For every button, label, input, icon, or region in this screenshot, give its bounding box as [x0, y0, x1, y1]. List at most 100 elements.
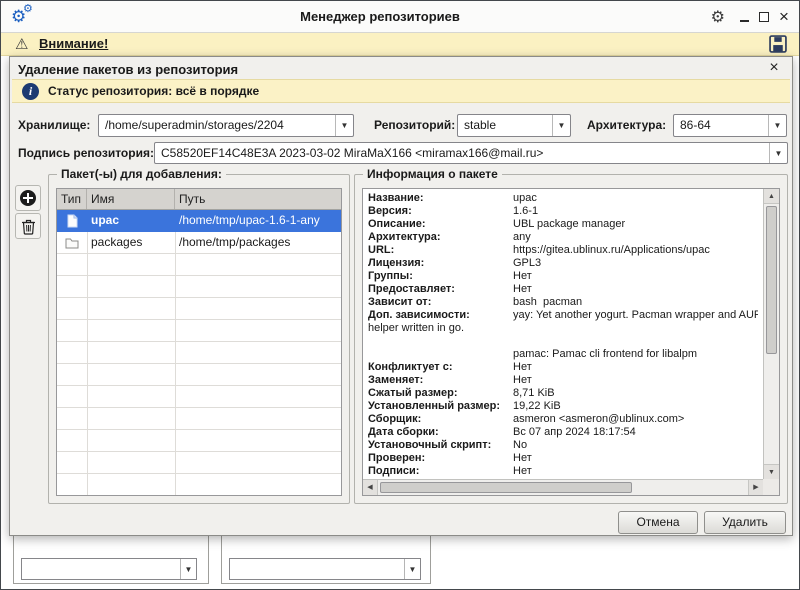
- info-row: Лицензия:GPL3: [368, 257, 758, 270]
- repository-combobox[interactable]: stable ▼: [457, 114, 571, 137]
- scroll-down-icon[interactable]: ▼: [764, 464, 779, 479]
- scroll-right-icon[interactable]: ▶: [748, 480, 763, 495]
- info-value: upac: [513, 192, 537, 205]
- file-icon: [57, 210, 87, 232]
- horizontal-scrollbar-thumb[interactable]: [380, 482, 632, 493]
- info-key: Зависит от:: [368, 296, 513, 309]
- info-row: Заменяет:Нет: [368, 374, 758, 387]
- dropdown-arrow-icon[interactable]: ▼: [768, 115, 786, 136]
- package-info-area: Название:upacВерсия:1.6-1Описание:UBL pa…: [362, 188, 780, 496]
- plus-circle-icon: [19, 189, 37, 207]
- info-row: Доп. зависимости:yay: Yet another yogurt…: [368, 309, 758, 322]
- info-row: Дата сборки:Вс 07 апр 2024 18:17:54: [368, 426, 758, 439]
- info-row: Установленный размер:19,22 KiB: [368, 400, 758, 413]
- column-header-type[interactable]: Тип: [57, 189, 87, 209]
- warning-banner: ⚠ Внимание!: [1, 33, 799, 56]
- info-row: [368, 335, 758, 348]
- package-path-cell: /home/tmp/upac-1.6-1-any: [175, 210, 341, 232]
- window-close-button[interactable]: ×: [775, 6, 793, 28]
- signature-combobox[interactable]: C58520EF14C48E3A 2023-03-02 MiraMaX166 <…: [154, 142, 788, 164]
- info-key: Дата сборки:: [368, 426, 513, 439]
- package-path-cell: /home/tmp/packages: [175, 232, 341, 254]
- package-info-legend: Информация о пакете: [363, 167, 502, 181]
- package-info-text: Название:upacВерсия:1.6-1Описание:UBL pa…: [363, 189, 763, 479]
- info-row: Подписи:Нет: [368, 465, 758, 478]
- info-key: Описание:: [368, 218, 513, 231]
- info-icon: i: [22, 83, 39, 100]
- scroll-up-icon[interactable]: ▲: [764, 189, 779, 204]
- titlebar: ⚙ ⚙ Менеджер репозиториев ⚙ ×: [1, 1, 799, 33]
- info-value: Нет: [513, 361, 532, 374]
- packages-table: Тип Имя Путь upac/home/tmp/upac-1.6-1-an…: [56, 188, 342, 496]
- info-value: pamac: Pamac cli frontend for libalpm: [513, 348, 697, 361]
- remove-package-button[interactable]: [15, 213, 41, 239]
- scroll-left-icon[interactable]: ◀: [363, 480, 378, 495]
- packages-table-rows: upac/home/tmp/upac-1.6-1-anypackages/hom…: [57, 210, 341, 254]
- warning-icon: ⚠: [15, 35, 28, 54]
- info-key: Сжатый размер:: [368, 387, 513, 400]
- info-row: pamac: Pamac cli frontend for libalpm: [368, 348, 758, 361]
- minimize-icon: [740, 20, 749, 22]
- storage-combobox[interactable]: /home/superadmin/storages/2204 ▼: [98, 114, 354, 137]
- info-key: Подписи:: [368, 465, 513, 478]
- trash-icon: [21, 218, 36, 235]
- architecture-value: 86-64: [680, 115, 766, 136]
- dialog-close-button[interactable]: ×: [765, 58, 783, 78]
- vertical-scrollbar-thumb[interactable]: [766, 206, 777, 354]
- info-row: Группы:Нет: [368, 270, 758, 283]
- repository-label: Репозиторий:: [374, 113, 455, 137]
- background-combobox[interactable]: ▼: [229, 558, 421, 580]
- storage-label: Хранилище:: [18, 113, 90, 137]
- background-combobox[interactable]: ▼: [21, 558, 197, 580]
- dropdown-arrow-icon[interactable]: ▼: [335, 115, 353, 136]
- info-key: Доп. зависимости:: [368, 309, 513, 322]
- info-value: 8,71 KiB: [513, 387, 555, 400]
- info-key: Архитектура:: [368, 231, 513, 244]
- dropdown-arrow-icon[interactable]: ▼: [769, 143, 787, 163]
- app-window: ⚙ ⚙ Менеджер репозиториев ⚙ × ⚠ Внимание…: [0, 0, 800, 590]
- info-key: Группы:: [368, 270, 513, 283]
- info-row: Сжатый размер:8,71 KiB: [368, 387, 758, 400]
- info-value: Нет: [513, 452, 532, 465]
- info-value: yay: Yet another yogurt. Pacman wrapper …: [513, 309, 758, 322]
- minimize-button[interactable]: [737, 9, 753, 25]
- info-key: Проверен:: [368, 452, 513, 465]
- dropdown-arrow-icon[interactable]: ▼: [404, 559, 420, 579]
- column-header-path[interactable]: Путь: [175, 189, 341, 209]
- info-value: asmeron <asmeron@ublinux.com>: [513, 413, 684, 426]
- table-row[interactable]: packages/home/tmp/packages: [57, 232, 341, 254]
- dropdown-arrow-icon[interactable]: ▼: [180, 559, 196, 579]
- repository-value: stable: [464, 115, 550, 136]
- horizontal-scrollbar[interactable]: ◀ ▶: [363, 479, 763, 495]
- background-window-bottom: ▼ ▼: [1, 536, 799, 589]
- architecture-label: Архитектура:: [587, 113, 666, 137]
- info-key: Заменяет:: [368, 374, 513, 387]
- architecture-combobox[interactable]: 86-64 ▼: [673, 114, 787, 137]
- maximize-button[interactable]: [756, 9, 772, 25]
- info-row: Установочный скрипт:No: [368, 439, 758, 452]
- packages-groupbox: Пакет(-ы) для добавления: Тип Имя Путь u…: [48, 174, 350, 504]
- package-name-cell: upac: [87, 210, 175, 232]
- info-row: helper written in go.: [368, 322, 758, 335]
- column-header-name[interactable]: Имя: [87, 189, 175, 209]
- info-row: Предоставляет:Нет: [368, 283, 758, 296]
- delete-button[interactable]: Удалить: [704, 511, 786, 534]
- table-row[interactable]: upac/home/tmp/upac-1.6-1-any: [57, 210, 341, 232]
- vertical-scrollbar[interactable]: ▲ ▼: [763, 189, 779, 479]
- cancel-button[interactable]: Отмена: [618, 511, 698, 534]
- packages-table-header: Тип Имя Путь: [57, 189, 341, 210]
- info-value: [368, 335, 371, 348]
- info-value: helper written in go.: [368, 322, 464, 335]
- info-key: URL:: [368, 244, 513, 257]
- info-key: [368, 348, 513, 361]
- info-value: Нет: [513, 465, 532, 478]
- info-row: Проверен:Нет: [368, 452, 758, 465]
- save-icon[interactable]: [769, 35, 787, 53]
- info-value: Нет: [513, 283, 532, 296]
- settings-gear-icon[interactable]: ⚙: [711, 7, 725, 27]
- signature-label: Подпись репозитория:: [18, 142, 154, 164]
- info-value: 19,22 KiB: [513, 400, 561, 413]
- storage-value: /home/superadmin/storages/2204: [105, 115, 333, 136]
- add-package-button[interactable]: [15, 185, 41, 211]
- dropdown-arrow-icon[interactable]: ▼: [552, 115, 570, 136]
